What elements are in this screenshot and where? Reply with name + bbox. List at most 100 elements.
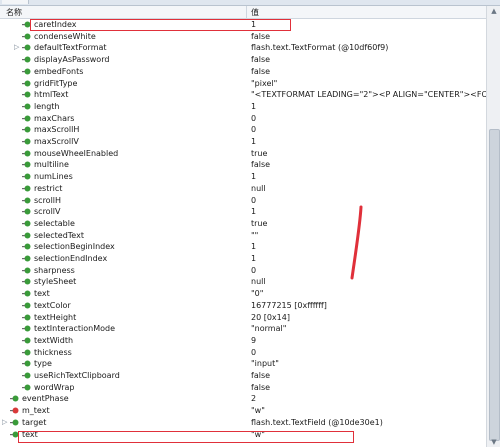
property-icon: [10, 419, 19, 426]
tree-row[interactable]: numLines 1: [0, 171, 486, 182]
tree-row-name: textInteractionMode: [34, 324, 115, 334]
tree-row[interactable]: scrollV 1: [0, 206, 486, 217]
tree-row[interactable]: gridFitType "pixel": [0, 78, 486, 89]
tree-row-name: selectable: [34, 218, 75, 228]
property-icon: [22, 302, 31, 309]
tree-row-value: 9: [251, 335, 257, 345]
property-icon: [22, 80, 31, 87]
property-icon: [22, 56, 31, 63]
tree-row[interactable]: displayAsPassword false: [0, 54, 486, 65]
variable-icon: [10, 407, 19, 414]
tree-row-name: target: [22, 417, 47, 427]
scroll-down-arrow-icon[interactable]: ▼: [490, 438, 498, 446]
property-icon: [22, 337, 31, 344]
scrollbar-thumb[interactable]: [489, 129, 500, 441]
tree-row[interactable]: caretIndex 1: [0, 19, 486, 30]
property-icon: [22, 278, 31, 285]
tree-row-value: false: [251, 371, 271, 380]
tree-row[interactable]: m_text "w": [0, 405, 486, 416]
tree-row[interactable]: embedFonts false: [0, 66, 486, 77]
property-icon: [22, 360, 31, 367]
tree-row-name: length: [34, 101, 60, 111]
tree-row[interactable]: maxScrollV 1: [0, 136, 486, 147]
property-icon: [22, 33, 31, 40]
tree-row-value: 0: [251, 195, 257, 205]
tree-row[interactable]: htmlText "<TEXTFORMAT LEADING="2"><P ALIG…: [0, 89, 486, 100]
property-icon: [22, 91, 31, 98]
tree-row[interactable]: ▷ target flash.text.TextField (@10de30e1): [0, 417, 486, 428]
tree-row[interactable]: sharpness 0: [0, 265, 486, 276]
property-icon: [22, 197, 31, 204]
property-icon: [22, 372, 31, 379]
tree-row[interactable]: thickness 0: [0, 347, 486, 358]
property-icon: [22, 208, 31, 215]
tree-row[interactable]: selectionEndIndex 1: [0, 253, 486, 264]
property-icon: [22, 161, 31, 168]
tree-row-value: false: [251, 31, 271, 41]
tree-row[interactable]: restrict null: [0, 183, 486, 194]
property-icon: [10, 431, 19, 438]
tree-row-name: eventPhase: [22, 394, 69, 404]
tree-row[interactable]: text "0": [0, 288, 486, 299]
tree-row[interactable]: eventPhase 2: [0, 393, 486, 404]
tree-row[interactable]: selectable true: [0, 218, 486, 229]
expand-arrow-icon[interactable]: ▷: [14, 43, 21, 52]
tree-row[interactable]: length 1: [0, 101, 486, 112]
property-icon: [22, 126, 31, 133]
property-icon: [22, 185, 31, 192]
property-icon: [22, 115, 31, 122]
tree-row-value: 0: [251, 265, 257, 275]
tree-row[interactable]: selectedText "": [0, 230, 486, 241]
property-icon: [22, 267, 31, 274]
tree-row[interactable]: maxScrollH 0: [0, 124, 486, 135]
column-divider[interactable]: [246, 6, 247, 18]
tree-row[interactable]: wordWrap false: [0, 382, 486, 393]
tree-row-name: styleSheet: [34, 277, 77, 287]
tree-row-value: 0: [251, 125, 257, 135]
expand-arrow-icon[interactable]: ▷: [2, 418, 9, 427]
tree-row[interactable]: textInteractionMode "normal": [0, 323, 486, 334]
tree-row[interactable]: condenseWhite false: [0, 31, 486, 42]
tree-row[interactable]: maxChars 0: [0, 113, 486, 124]
tree-row-value: "w": [251, 406, 265, 416]
tree-row-value: 0: [251, 113, 257, 123]
column-header-value[interactable]: 值: [251, 7, 259, 18]
tree-row-name: maxScrollV: [34, 137, 79, 146]
tree-row[interactable]: textHeight 20 [0x14]: [0, 312, 486, 323]
column-header-name[interactable]: 名称: [6, 7, 22, 18]
tree-row-name: scrollH: [34, 195, 62, 205]
property-icon: [22, 325, 31, 332]
property-icon: [22, 384, 31, 391]
property-icon: [22, 349, 31, 356]
tree-row[interactable]: text "w": [0, 429, 486, 440]
tree-row-name: text: [34, 289, 50, 299]
tree-row[interactable]: styleSheet null: [0, 276, 486, 287]
tree-row-value: 16777215 [0xffffff]: [251, 300, 327, 310]
tree-row[interactable]: mouseWheelEnabled true: [0, 148, 486, 159]
tree-row-name: selectedText: [34, 230, 84, 240]
tree-row-name: textHeight: [34, 312, 77, 322]
tree-row-name: displayAsPassword: [34, 55, 110, 65]
tree-row[interactable]: useRichTextClipboard false: [0, 370, 486, 381]
tree-row[interactable]: textColor 16777215 [0xffffff]: [0, 300, 486, 311]
tree-row-name: gridFitType: [34, 78, 78, 88]
variables-tree: caretIndex 1 condenseWhite false ▷ defaultTex…: [0, 19, 486, 447]
property-icon: [22, 68, 31, 75]
vertical-scrollbar[interactable]: ▲ ▼: [486, 6, 500, 447]
tree-row-name: text: [22, 429, 38, 439]
tree-row[interactable]: scrollH 0: [0, 195, 486, 206]
tree-row[interactable]: ▷ defaultTextFormat flash.text.TextFormat …: [0, 42, 486, 53]
tree-row-value: flash.text.TextField (@10de30e1): [251, 417, 383, 427]
property-icon: [22, 103, 31, 110]
tree-row-name: numLines: [34, 172, 73, 182]
tree-row-value: 0: [251, 347, 257, 357]
tree-row-name: wordWrap: [34, 382, 75, 392]
tree-row-name: htmlText: [34, 90, 69, 100]
tree-row[interactable]: textWidth 9: [0, 335, 486, 346]
scroll-up-arrow-icon[interactable]: ▲: [490, 7, 498, 15]
tree-row[interactable]: multiline false: [0, 159, 486, 170]
property-icon: [22, 314, 31, 321]
tree-row[interactable]: type "input": [0, 358, 486, 369]
panel-tab[interactable]: [2, 0, 29, 4]
tree-row[interactable]: selectionBeginIndex 1: [0, 241, 486, 252]
